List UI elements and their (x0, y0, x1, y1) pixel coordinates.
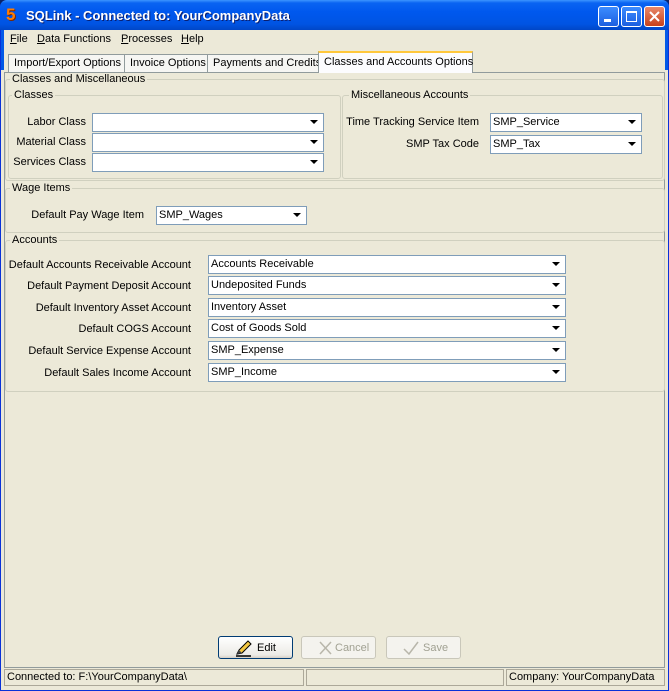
cogs-dropdown[interactable]: Cost of Goods Sold (208, 319, 566, 338)
menu-file[interactable]: File (10, 33, 28, 45)
tax-code-value: SMP_Tax (493, 138, 541, 150)
minimize-icon (604, 19, 611, 22)
service-expense-label: Default Service Expense Account (28, 345, 191, 357)
tab-payments-and-credits[interactable]: Payments and Credits (207, 54, 321, 72)
tab-classes-and-accounts-options[interactable]: Classes and Accounts Options (318, 51, 473, 73)
cogs-value: Cost of Goods Sold (211, 322, 307, 334)
tab-invoice-options[interactable]: Invoice Options (124, 54, 208, 72)
chevron-down-icon[interactable] (625, 115, 640, 130)
chevron-down-icon[interactable] (290, 208, 305, 223)
chevron-down-icon[interactable] (549, 300, 564, 315)
app-icon: 5 (6, 5, 16, 24)
material-class-dropdown[interactable] (92, 133, 324, 152)
time-tracking-dropdown[interactable]: SMP_Service (490, 113, 642, 132)
time-tracking-label: Time Tracking Service Item (346, 116, 479, 128)
chevron-down-icon[interactable] (307, 135, 322, 150)
tab-strip: Import/Export Options Invoice Options Pa… (4, 51, 665, 73)
inventory-asset-label: Default Inventory Asset Account (35, 302, 191, 314)
time-tracking-value: SMP_Service (493, 116, 560, 128)
chevron-down-icon[interactable] (549, 343, 564, 358)
sales-income-label: Default Sales Income Account (44, 367, 191, 379)
title-bar[interactable]: 5 SQLink - Connected to: YourCompanyData (0, 0, 669, 30)
maximize-icon (626, 11, 637, 22)
cogs-label: Default COGS Account (78, 323, 192, 335)
checkmark-icon (403, 641, 419, 656)
material-class-label: Material Class (16, 136, 86, 148)
labor-class-label: Labor Class (27, 116, 86, 128)
pencil-icon (236, 640, 252, 657)
cancel-x-icon (319, 641, 332, 655)
pay-wage-label: Default Pay Wage Item (31, 209, 144, 221)
status-middle (306, 669, 504, 686)
tax-code-label: SMP Tax Code (406, 138, 479, 150)
close-button[interactable] (644, 6, 665, 27)
group-title-classes-misc: Classes and Miscellaneous (10, 73, 148, 85)
status-company: Company: YourCompanyData (506, 669, 665, 686)
edit-button-label: Edit (257, 642, 276, 654)
tab-panel: Classes and Miscellaneous Classes Labor … (4, 72, 665, 668)
accounts-receivable-value: Accounts Receivable (211, 258, 314, 270)
save-button[interactable]: Save (386, 636, 461, 659)
maximize-button[interactable] (621, 6, 642, 27)
menu-data-functions[interactable]: Data Functions (37, 33, 111, 45)
payment-deposit-dropdown[interactable]: Undeposited Funds (208, 276, 566, 295)
minimize-button[interactable] (598, 6, 619, 27)
close-icon (649, 11, 660, 22)
group-title-wage-items: Wage Items (10, 182, 73, 194)
pay-wage-value: SMP_Wages (159, 209, 223, 221)
menu-bar: File Data Functions Processes Help (4, 30, 665, 50)
chevron-down-icon[interactable] (549, 365, 564, 380)
services-class-label: Services Class (13, 156, 86, 168)
menu-processes[interactable]: Processes (121, 33, 172, 45)
chevron-down-icon[interactable] (549, 321, 564, 336)
tax-code-dropdown[interactable]: SMP_Tax (490, 135, 642, 154)
menu-help[interactable]: Help (181, 33, 204, 45)
service-expense-value: SMP_Expense (211, 344, 284, 356)
client-area: File Data Functions Processes Help Impor… (4, 30, 665, 687)
inventory-asset-value: Inventory Asset (211, 301, 287, 313)
payment-deposit-value: Undeposited Funds (211, 279, 307, 291)
inventory-asset-dropdown[interactable]: Inventory Asset (208, 298, 566, 317)
accounts-receivable-label: Default Accounts Receivable Account (8, 259, 191, 271)
group-title-classes: Classes (12, 89, 56, 101)
tab-import-export-options[interactable]: Import/Export Options (8, 54, 125, 72)
app-window: 5 SQLink - Connected to: YourCompanyData… (0, 0, 669, 691)
service-expense-dropdown[interactable]: SMP_Expense (208, 341, 566, 360)
save-button-label: Save (423, 642, 449, 654)
accounts-receivable-dropdown[interactable]: Accounts Receivable (208, 255, 566, 274)
status-connected: Connected to: F:\YourCompanyData\ (4, 669, 304, 686)
edit-button[interactable]: Edit (218, 636, 293, 659)
pay-wage-dropdown[interactable]: SMP_Wages (156, 206, 307, 225)
window-title: SQLink - Connected to: YourCompanyData (26, 8, 290, 23)
chevron-down-icon[interactable] (307, 155, 322, 170)
sales-income-value: SMP_Income (211, 366, 278, 378)
chevron-down-icon[interactable] (625, 137, 640, 152)
chevron-down-icon[interactable] (549, 257, 564, 272)
sales-income-dropdown[interactable]: SMP_Income (208, 363, 566, 382)
cancel-button-label: Cancel (335, 642, 370, 654)
status-bar: Connected to: F:\YourCompanyData\ Compan… (4, 668, 665, 687)
cancel-button[interactable]: Cancel (301, 636, 376, 659)
group-title-misc-accounts: Miscellaneous Accounts (349, 89, 471, 101)
labor-class-dropdown[interactable] (92, 113, 324, 132)
chevron-down-icon[interactable] (549, 278, 564, 293)
payment-deposit-label: Default Payment Deposit Account (27, 280, 191, 292)
chevron-down-icon[interactable] (307, 115, 322, 130)
services-class-dropdown[interactable] (92, 153, 324, 172)
group-title-accounts: Accounts (10, 234, 60, 246)
